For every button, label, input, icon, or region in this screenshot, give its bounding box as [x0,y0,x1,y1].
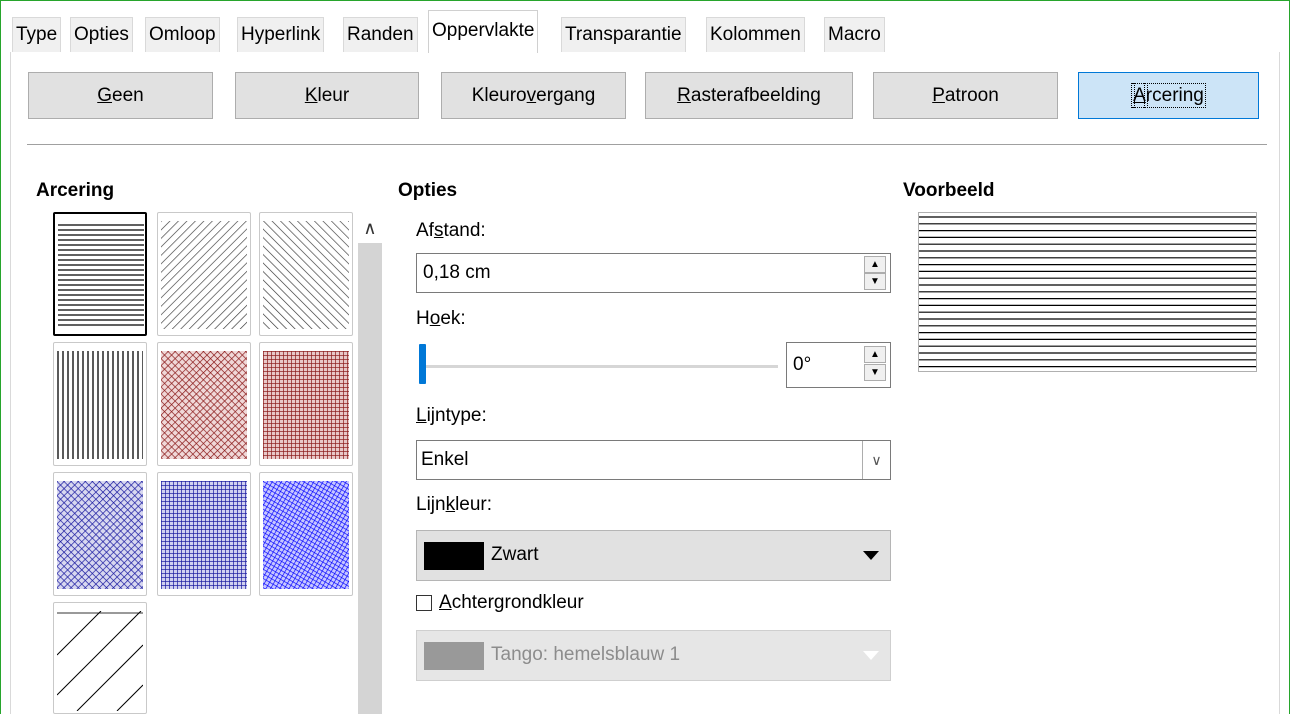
line-color-label: Lijnkleur: [416,494,493,515]
tab-opties[interactable]: Opties [70,17,133,53]
background-color-label: Achtergrondkleur [439,592,584,613]
tab-randen[interactable]: Randen [343,17,418,53]
preview-hatch-lines [919,216,1256,368]
button-label: Geen [97,85,144,106]
hatch-heading: Arcering [36,180,115,201]
fill-none-button[interactable]: Geen [28,72,213,119]
line-color-swatch [424,542,484,570]
line-type-value: Enkel [421,449,469,470]
dropdown-arrow-icon [863,651,879,660]
angle-slider-track[interactable] [420,365,778,368]
tab-label: Opties [74,24,129,45]
angle-label: Hoek: [416,308,466,329]
fill-hatching-button[interactable]: Arcering [1078,72,1259,119]
hatch-black-minus45-icon [263,221,349,329]
spacing-field[interactable]: 0,18 cm [416,253,891,293]
background-color-checkbox[interactable] [416,595,432,611]
hatch-red-crossed-45-icon [161,351,247,459]
fill-color-button[interactable]: Kleur [235,72,419,119]
hatch-list-scrollbar[interactable] [358,243,382,714]
window-border-top [0,0,1290,1]
tab-label: Kolommen [710,24,801,45]
tab-label: Oppervlakte [432,20,535,41]
tab-type[interactable]: Type [12,17,62,53]
tab-omloop[interactable]: Omloop [145,17,220,53]
hatch-blue-crossed-45-icon [57,481,143,589]
hatch-swatch[interactable] [259,212,353,336]
hatch-blue-crossed-0-icon [161,481,247,589]
hatch-swatch[interactable] [53,342,147,466]
tab-label: Hyperlink [241,24,321,45]
angle-decrement-icon[interactable]: ▼ [864,364,886,381]
spacing-decrement-icon[interactable]: ▼ [864,273,886,290]
hatch-black-45-icon [161,221,247,329]
angle-value: 0° [793,354,812,375]
tab-label: Randen [347,24,414,45]
hatch-swatch[interactable] [53,472,147,596]
hatch-swatch[interactable] [157,212,251,336]
button-label: Kleurovergang [471,85,596,106]
fill-gradient-button[interactable]: Kleurovergang [441,72,626,119]
button-label: Patroon [932,85,999,106]
tab-macro[interactable]: Macro [824,17,885,53]
window-border-left [0,0,1,714]
angle-slider-thumb[interactable] [419,344,426,384]
tab-label: Type [16,24,58,45]
tab-label: Transparantie [565,24,682,45]
hatch-black-0-icon [58,222,144,330]
line-type-select[interactable]: Enkel ∨ [416,440,891,480]
tab-kolommen[interactable]: Kolommen [706,17,805,53]
dropdown-arrow-icon [863,551,879,560]
background-color-swatch [424,642,484,670]
hatch-swatch[interactable] [53,212,147,336]
hatch-swatch[interactable] [259,472,353,596]
hatch-swatch[interactable] [259,342,353,466]
hatch-blue-triple-icon [263,481,349,589]
angle-increment-icon[interactable]: ▲ [864,346,886,363]
scroll-up-icon[interactable]: ∧ [358,214,382,242]
button-label: Rasterafbeelding [677,85,821,106]
separator [27,144,1267,145]
chevron-down-icon[interactable]: ∨ [862,441,890,479]
hatch-black-90-icon [57,351,143,459]
tab-label: Omloop [149,24,216,45]
hatch-red-crossed-0-icon [263,351,349,459]
button-label: Kleur [304,85,350,106]
tab-hyperlink[interactable]: Hyperlink [237,17,325,53]
spacing-label: Afstand: [416,220,486,241]
spacing-increment-icon[interactable]: ▲ [864,256,886,273]
line-type-label: Lijntype: [416,405,487,426]
background-color-value: Tango: hemelsblauw 1 [491,644,681,665]
line-color-dropdown[interactable]: Zwart [416,530,891,581]
fill-bitmap-button[interactable]: Rasterafbeelding [645,72,853,119]
tab-oppervlakte[interactable]: Oppervlakte [428,10,539,53]
hatch-preview [918,212,1257,372]
preview-heading: Voorbeeld [903,180,995,201]
button-label: Arcering [1131,83,1206,108]
spacing-value: 0,18 cm [423,262,491,283]
options-heading: Opties [398,180,458,201]
tab-label: Macro [828,24,881,45]
background-color-dropdown: Tango: hemelsblauw 1 [416,630,891,681]
hatch-swatch[interactable] [53,602,147,714]
line-color-value: Zwart [491,544,539,565]
hatch-swatch[interactable] [157,342,251,466]
hatch-swatch[interactable] [157,472,251,596]
fill-pattern-button[interactable]: Patroon [873,72,1058,119]
tab-transparantie[interactable]: Transparantie [561,17,686,53]
hatch-black-wide-diagonal-icon [57,611,143,711]
